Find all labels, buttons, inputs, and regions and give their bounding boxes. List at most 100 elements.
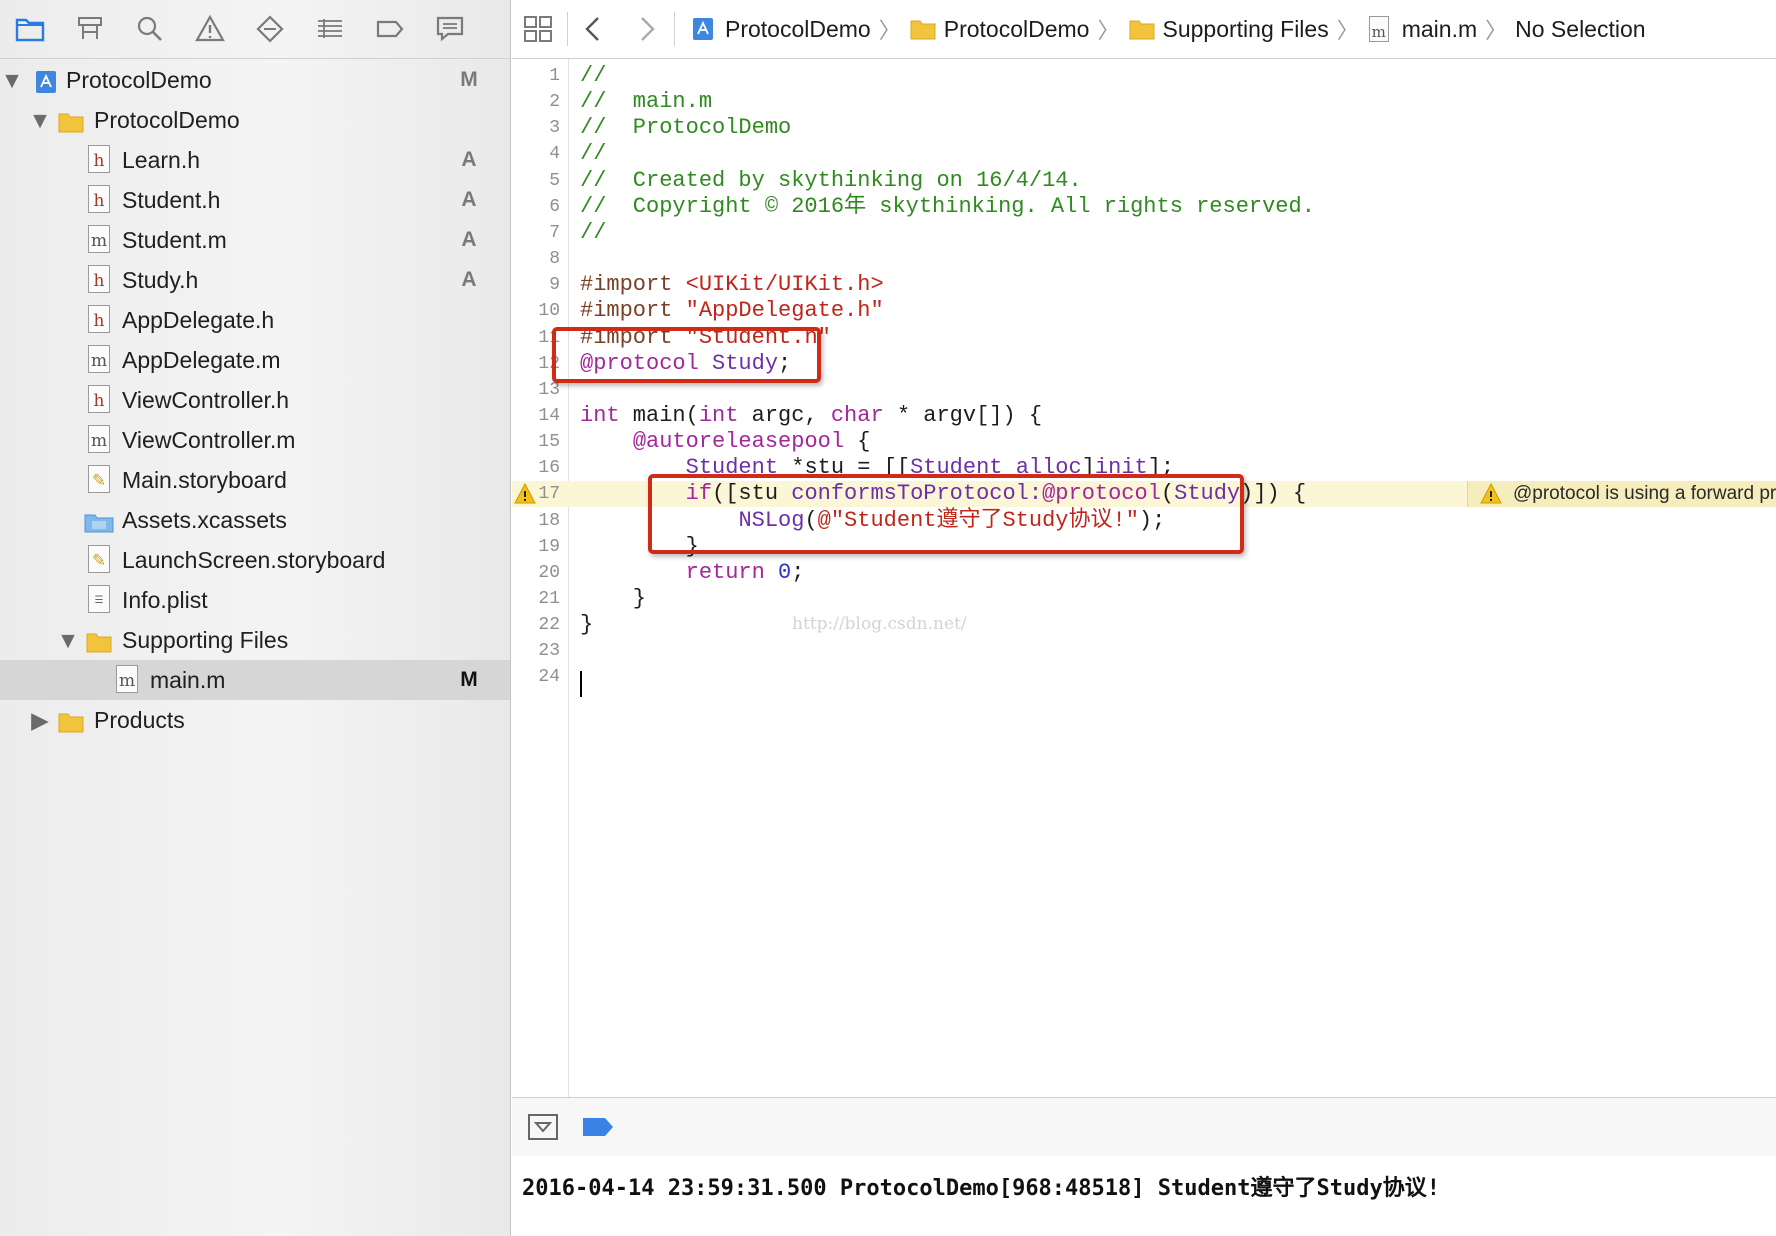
code-line[interactable]: 7 //	[512, 220, 1776, 246]
code-line[interactable]: 14 int main(int argc, char * argv[]) {	[512, 403, 1776, 429]
tree-item-label: Student.h	[122, 187, 221, 213]
tree-item-label: Student.m	[122, 227, 227, 253]
disclosure-triangle-icon[interactable]: ▶	[30, 700, 50, 740]
breadcrumb-file[interactable]: m main.m	[1367, 16, 1477, 43]
breadcrumb-chevron-icon: 〉	[1336, 18, 1359, 43]
code-text: //	[580, 220, 607, 245]
code-text: }	[580, 612, 594, 637]
breadcrumb-project[interactable]: ProtocolDemo	[690, 16, 871, 43]
label-icon[interactable]	[360, 0, 420, 58]
code-line[interactable]: 1 //	[512, 63, 1776, 89]
code-line[interactable]: 10 #import "AppDelegate.h"	[512, 298, 1776, 324]
tree-item-file[interactable]: h Study.h A	[0, 260, 510, 300]
xcode-project-icon	[690, 16, 716, 42]
tree-item-file[interactable]: m ViewController.m	[0, 420, 510, 460]
tree-item-file-selected[interactable]: m main.m M	[0, 660, 510, 700]
gutter-warning-icon[interactable]	[514, 482, 536, 505]
tree-item-file[interactable]: ✎ LaunchScreen.storyboard	[0, 540, 510, 580]
scm-badge: A	[461, 188, 477, 211]
back-chevron-icon[interactable]	[578, 13, 610, 45]
line-number: 19	[538, 537, 560, 557]
source-editor[interactable]: 1 // 2 // main.m 3 // ProtocolDemo 4 // 5 // Crea…	[512, 59, 1776, 1097]
warning-icon[interactable]	[180, 0, 240, 58]
code-line[interactable]: 2 // main.m	[512, 89, 1776, 115]
tree-item-file[interactable]: m AppDelegate.m	[0, 340, 510, 380]
implementation-file-icon: m	[88, 425, 110, 453]
tree-item-file[interactable]: h ViewController.h	[0, 380, 510, 420]
tree-item-file[interactable]: m Student.m A	[0, 220, 510, 260]
tree-item-group[interactable]: ▶ Products	[0, 700, 510, 740]
tree-item-label: ViewController.h	[122, 387, 290, 413]
tree-item-label: Study.h	[122, 267, 199, 293]
code-text: //	[580, 141, 607, 166]
hierarchy-icon[interactable]	[60, 0, 120, 58]
scm-badge: M	[460, 68, 478, 91]
tree-item-file[interactable]: h Student.h A	[0, 180, 510, 220]
breadcrumb-symbol[interactable]: No Selection	[1515, 16, 1645, 43]
xcode-project-icon	[33, 67, 59, 93]
tree-item-label: Assets.xcassets	[122, 507, 287, 533]
breadcrumb-group-label: ProtocolDemo	[943, 15, 1090, 42]
line-number: 2	[549, 92, 560, 112]
code-text: // ProtocolDemo	[580, 115, 792, 140]
code-line[interactable]: 5 // Created by skythinking on 16/4/14.	[512, 168, 1776, 194]
list-icon[interactable]	[300, 0, 360, 58]
folder-icon	[84, 627, 112, 653]
tree-item-label: Supporting Files	[122, 627, 289, 653]
storyboard-file-icon: ✎	[88, 545, 110, 573]
line-number: 7	[549, 223, 560, 243]
disclosure-triangle-icon[interactable]: ▼	[57, 620, 80, 660]
code-line[interactable]: 24	[512, 664, 1776, 690]
asset-catalog-icon	[84, 507, 114, 533]
code-line[interactable]: 9 #import <UIKit/UIKit.h>	[512, 272, 1776, 298]
tree-item-label: Products	[94, 707, 185, 733]
related-items-grid-icon[interactable]	[522, 13, 554, 45]
code-line[interactable]: 22}	[512, 612, 1776, 638]
tree-item-project[interactable]: ▼ ProtocolDemo M	[0, 60, 510, 100]
header-file-icon: h	[88, 305, 110, 333]
tree-item-group[interactable]: ▼ Supporting Files	[0, 620, 510, 660]
code-text: return 0;	[685, 560, 805, 585]
search-icon[interactable]	[120, 0, 180, 58]
hide-debug-area-icon[interactable]	[528, 1114, 558, 1140]
code-line[interactable]: 6 // Copyright © 2016年 skythinking. All r…	[512, 194, 1776, 220]
disclosure-triangle-icon[interactable]: ▼	[29, 100, 52, 140]
speech-bubble-icon[interactable]	[420, 0, 480, 58]
tree-item-label: LaunchScreen.storyboard	[122, 547, 386, 573]
tree-item-file[interactable]: ✎ Main.storyboard	[0, 460, 510, 500]
inline-warning-message[interactable]: @protocol is using a forward protocol de…	[1467, 481, 1776, 507]
line-number: 4	[549, 144, 560, 164]
annotation-box-conforms	[648, 474, 1244, 554]
disclosure-triangle-icon[interactable]: ▼	[1, 60, 24, 100]
toolbar-divider	[567, 12, 568, 46]
tree-item-file[interactable]: h AppDelegate.h	[0, 300, 510, 340]
line-number: 1	[549, 66, 560, 86]
project-navigator: ▼ ProtocolDemo M ▼ ProtocolDemo h Learn.…	[0, 0, 511, 1236]
scm-badge: M	[460, 668, 478, 691]
tree-item-file[interactable]: ☰ Info.plist	[0, 580, 510, 620]
tree-item-file[interactable]: Assets.xcassets	[0, 500, 510, 540]
code-line[interactable]: 21 }	[512, 586, 1776, 612]
code-text: @autoreleasepool {	[632, 429, 871, 454]
tree-item-label: main.m	[150, 667, 226, 693]
breadcrumb-group[interactable]: ProtocolDemo	[909, 15, 1090, 43]
code-line[interactable]: 20 return 0;	[512, 560, 1776, 586]
annotation-box-import	[552, 327, 821, 383]
tree-item-file[interactable]: h Learn.h A	[0, 140, 510, 180]
forward-chevron-icon[interactable]	[630, 13, 662, 45]
tree-item-group[interactable]: ▼ ProtocolDemo	[0, 100, 510, 140]
diamond-icon[interactable]	[240, 0, 300, 58]
line-number: 5	[549, 171, 560, 191]
code-line[interactable]: 3 // ProtocolDemo	[512, 115, 1776, 141]
breadcrumb-subgroup[interactable]: Supporting Files	[1128, 16, 1329, 43]
code-line[interactable]: 15 @autoreleasepool {	[512, 429, 1776, 455]
code-line[interactable]: 8	[512, 246, 1776, 272]
console-output[interactable]: 2016-04-14 23:59:31.500 ProtocolDemo[968…	[512, 1156, 1776, 1236]
breakpoint-toggle-icon[interactable]	[582, 1116, 614, 1138]
debug-bar	[512, 1097, 1776, 1157]
code-line[interactable]: 23	[512, 638, 1776, 664]
editor-jump-bar-header: ProtocolDemo 〉 ProtocolDemo 〉 Supporting…	[512, 0, 1776, 59]
tree-item-label: Main.storyboard	[122, 467, 287, 493]
folder-icon[interactable]	[0, 0, 60, 58]
code-line[interactable]: 4 //	[512, 141, 1776, 167]
